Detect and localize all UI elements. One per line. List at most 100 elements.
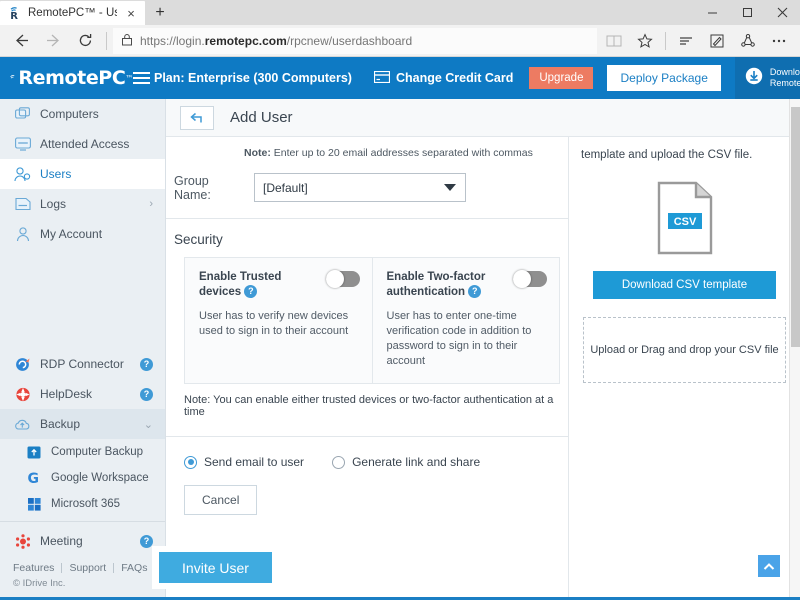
notes-icon[interactable] xyxy=(702,27,732,55)
minimize-icon[interactable] xyxy=(695,0,730,25)
sidebar-item-attended-access[interactable]: Attended Access xyxy=(0,129,165,159)
sidebar-item-users-label: Users xyxy=(40,167,72,181)
reload-icon[interactable] xyxy=(70,27,100,55)
csv-file-illustration: CSV xyxy=(581,163,788,263)
deploy-package-button[interactable]: Deploy Package xyxy=(607,65,721,91)
sidebar-item-microsoft-365-label: Microsoft 365 xyxy=(51,498,121,510)
sidebar-item-users[interactable]: Users xyxy=(0,159,165,189)
csv-dropzone[interactable]: Upload or Drag and drop your CSV file xyxy=(583,317,786,383)
download-viewer-label: Download RemotePC Viewer xyxy=(770,67,800,89)
back-button[interactable] xyxy=(180,105,214,130)
forward-icon[interactable] xyxy=(38,27,68,55)
cancel-button[interactable]: Cancel xyxy=(184,485,258,515)
back-icon[interactable] xyxy=(6,27,36,55)
helpdesk-icon xyxy=(14,387,31,402)
email-note-text: Enter up to 20 email addresses separated… xyxy=(270,147,533,159)
users-icon xyxy=(14,166,31,182)
csv-intro-text: template and upload the CSV file. xyxy=(581,149,753,161)
chevron-down-icon xyxy=(444,184,456,191)
close-icon[interactable]: × xyxy=(123,5,139,21)
csv-upload-panel: template and upload the CSV file. CSV Do… xyxy=(568,137,800,597)
sidebar-item-meeting[interactable]: Meeting ? xyxy=(0,526,165,556)
sidebar-divider xyxy=(0,521,165,522)
lock-icon xyxy=(121,33,133,49)
sidebar-item-logs[interactable]: Logs › xyxy=(0,189,165,219)
window-close-icon[interactable] xyxy=(765,0,800,25)
sidebar-item-microsoft-365[interactable]: Microsoft 365 xyxy=(0,491,165,517)
download-csv-template-button[interactable]: Download CSV template xyxy=(593,271,776,299)
sidebar-item-google-workspace[interactable]: G Google Workspace xyxy=(0,465,165,491)
sidebar-item-rdp-connector-label: RDP Connector xyxy=(40,357,124,371)
help-icon[interactable]: ? xyxy=(140,387,153,401)
two-factor-header: Enable Two-factor authentication ? xyxy=(387,270,547,300)
browser-titlebar: R RemotePC™ - User Man × + xyxy=(0,0,800,25)
two-factor-toggle[interactable] xyxy=(513,270,547,288)
more-icon[interactable] xyxy=(764,27,794,55)
change-credit-card-button[interactable]: Change Credit Card xyxy=(373,70,513,86)
scrollbar-thumb[interactable] xyxy=(791,107,800,347)
reading-list-icon[interactable] xyxy=(671,27,701,55)
footer-divider xyxy=(113,563,115,573)
two-factor-description: User has to enter one-time verification … xyxy=(386,310,532,367)
url-domain: remotepc.com xyxy=(204,33,287,48)
footer-link-support[interactable]: Support xyxy=(69,562,106,574)
footer-divider xyxy=(61,563,63,573)
radio-dot-selected xyxy=(184,455,197,469)
group-name-value: [Default] xyxy=(263,180,308,195)
svg-text:R: R xyxy=(10,11,18,20)
sidebar-item-helpdesk[interactable]: HelpDesk ? xyxy=(0,379,165,409)
page-header: Add User xyxy=(166,99,800,137)
trusted-devices-option: Enable Trusted devices ? User has to ver… xyxy=(185,258,372,383)
help-icon[interactable]: ? xyxy=(140,357,153,371)
computer-backup-icon xyxy=(26,446,42,459)
web-page: RemotePC ™ Plan: Enterprise (300 Computer… xyxy=(0,57,800,600)
scroll-to-top-button[interactable] xyxy=(758,555,780,577)
delivery-method-group: Send email to user Generate link and sha… xyxy=(166,437,568,469)
copyright: © IDrive Inc. xyxy=(13,578,66,589)
new-tab-button[interactable]: + xyxy=(145,1,175,25)
radio-send-email[interactable]: Send email to user xyxy=(184,455,304,469)
invite-user-overlay: Invite User xyxy=(152,546,279,589)
computers-icon xyxy=(14,106,31,122)
sidebar-item-computers-label: Computers xyxy=(40,107,99,121)
group-name-row: Group Name: [Default] xyxy=(166,159,568,218)
radio-generate-link[interactable]: Generate link and share xyxy=(332,455,480,469)
toggle-knob xyxy=(325,270,344,288)
remotepc-logo[interactable]: RemotePC ™ xyxy=(0,67,133,89)
sidebar-item-computers[interactable]: Computers xyxy=(0,99,165,129)
toggle-knob xyxy=(513,270,531,288)
sidebar-item-my-account[interactable]: My Account xyxy=(0,219,165,249)
security-options: Enable Trusted devices ? User has to ver… xyxy=(184,257,560,384)
toolbar-divider-2 xyxy=(665,31,666,50)
maximize-icon[interactable] xyxy=(730,0,765,25)
sidebar-item-computer-backup[interactable]: Computer Backup xyxy=(0,439,165,465)
hamburger-icon[interactable] xyxy=(133,72,150,84)
help-icon[interactable]: ? xyxy=(468,285,482,299)
help-icon[interactable]: ? xyxy=(244,285,258,299)
scroll-to-top-icon xyxy=(763,562,775,570)
footer-link-features[interactable]: Features xyxy=(13,562,54,574)
sidebar-item-google-workspace-label: Google Workspace xyxy=(51,472,149,484)
address-bar[interactable]: https://login.remotepc.com/rpcnew/userda… xyxy=(113,27,597,54)
monitor-icon xyxy=(14,137,31,151)
account-icon xyxy=(14,226,31,242)
backup-cloud-icon xyxy=(14,418,31,431)
trusted-devices-title-text: Enable Trusted devices xyxy=(199,271,282,298)
trusted-devices-toggle[interactable] xyxy=(325,270,360,288)
favorite-star-icon[interactable] xyxy=(630,27,660,55)
sidebar-item-rdp-connector[interactable]: RDP Connector ? xyxy=(0,349,165,379)
reading-view-icon[interactable] xyxy=(599,27,629,55)
security-note: Note: You can enable either trusted devi… xyxy=(184,394,554,418)
footer-link-faqs[interactable]: FAQs xyxy=(121,562,147,574)
main-content: Add User Note: Enter up to 20 email addr… xyxy=(166,99,800,597)
page-scrollbar[interactable] xyxy=(789,99,800,597)
meeting-icon xyxy=(14,533,31,549)
share-icon[interactable] xyxy=(733,27,763,55)
browser-tab[interactable]: R RemotePC™ - User Man × xyxy=(0,1,145,25)
download-viewer-button[interactable]: Download RemotePC Viewer xyxy=(734,57,800,99)
group-name-select[interactable]: [Default] xyxy=(254,173,466,202)
invite-user-button[interactable]: Invite User xyxy=(159,552,272,583)
two-factor-title: Enable Two-factor authentication ? xyxy=(387,270,508,300)
upgrade-button[interactable]: Upgrade xyxy=(529,67,594,89)
sidebar-item-backup[interactable]: Backup ⌄ xyxy=(0,409,165,439)
